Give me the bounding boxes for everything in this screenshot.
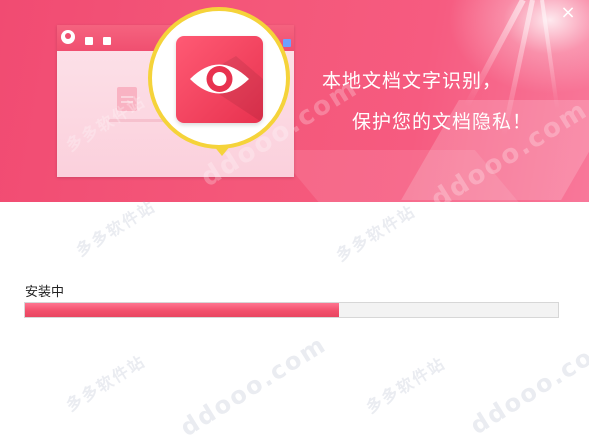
close-button[interactable]: × (556, 2, 580, 24)
toolbar-icon (103, 37, 111, 45)
install-progress-fill (25, 303, 340, 317)
app-preview-caption (109, 119, 169, 122)
install-status-label: 安装中 (25, 285, 65, 300)
slogan-line-2: 保护您的文档隐私！ (352, 111, 533, 133)
watermark-text: 多多软件站 (72, 196, 160, 261)
avatar-icon (61, 30, 75, 44)
watermark-text: ddooo.com (175, 329, 332, 442)
watermark-text: ddooo.com (465, 327, 589, 441)
badge-icon (283, 39, 291, 47)
toolbar-icon (85, 37, 93, 45)
banner: 本地文档文字识别， 保护您的文档隐私！ 多多软件站 ddooo.com ddoo… (0, 0, 589, 202)
watermark-text: 多多软件站 (362, 353, 450, 418)
close-icon: × (560, 2, 576, 23)
watermark-text: 多多软件站 (332, 201, 420, 266)
eye-icon (176, 36, 263, 123)
magnifier-pointer (213, 145, 231, 156)
watermark-text: 多多软件站 (62, 351, 150, 416)
install-progress-bar (24, 302, 559, 318)
slogan-line-1: 本地文档文字识别， (322, 70, 503, 92)
document-icon (117, 87, 137, 111)
